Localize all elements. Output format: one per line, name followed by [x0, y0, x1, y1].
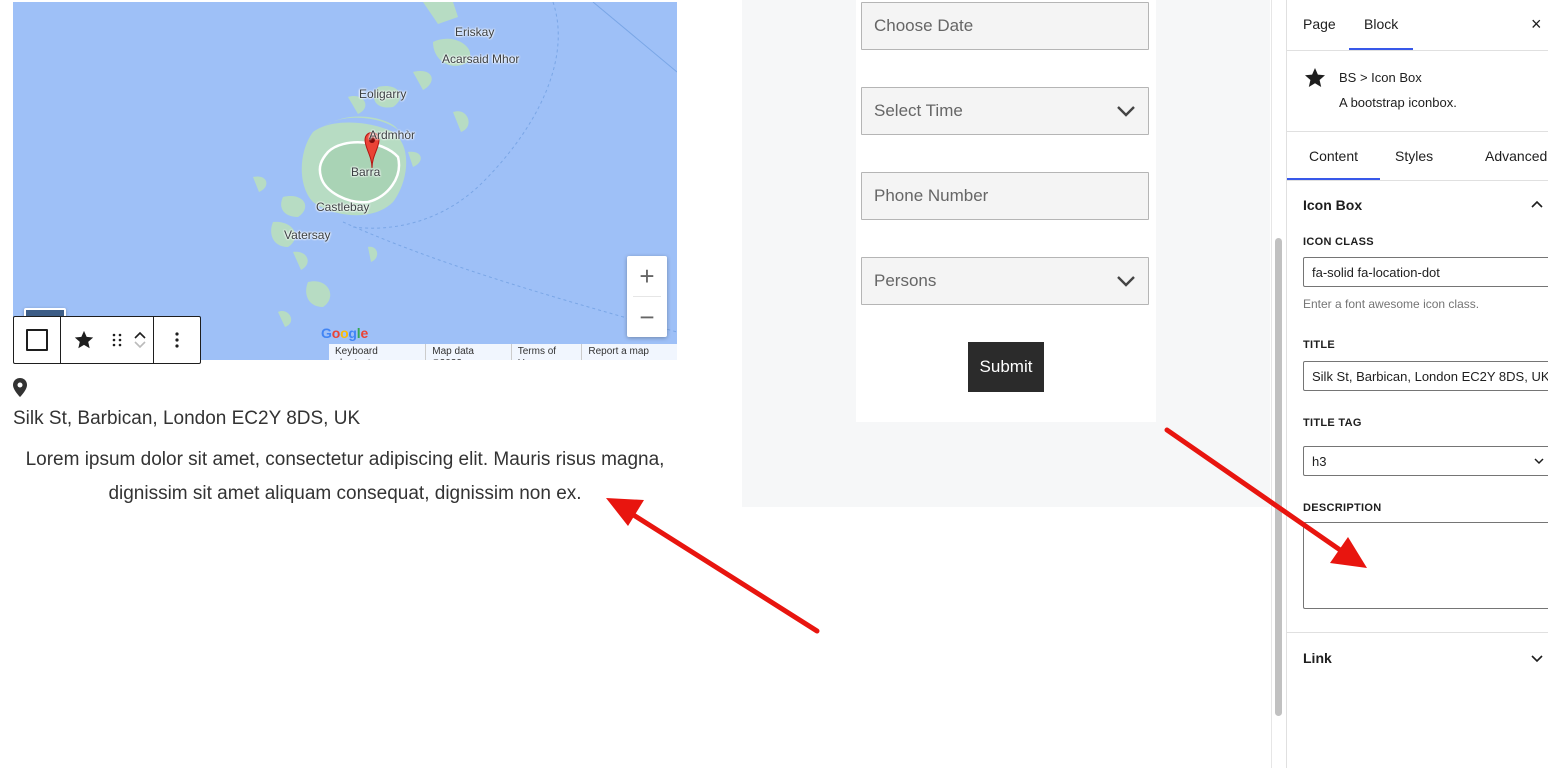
block-card-description: A bootstrap iconbox.: [1339, 95, 1457, 110]
description-textarea[interactable]: [1303, 522, 1548, 609]
move-down-icon[interactable]: [133, 340, 147, 350]
annotation-arrow-left: [606, 498, 820, 634]
toolbar-options-group: [154, 317, 200, 363]
tab-page[interactable]: Page: [1303, 0, 1336, 48]
submit-button[interactable]: Submit: [968, 342, 1044, 392]
description-line-1: Lorem ipsum dolor sit amet, consectetur …: [25, 449, 665, 470]
tab-block[interactable]: Block: [1349, 0, 1414, 50]
editor-scrollbar-thumb[interactable]: [1275, 238, 1282, 716]
persons-dropdown[interactable]: Persons: [861, 257, 1149, 305]
title-input[interactable]: Silk St, Barbican, London EC2Y 8DS, UK: [1303, 361, 1548, 391]
map-label-eoligarry: Eoligarry: [359, 87, 407, 101]
link-panel-title[interactable]: Link: [1303, 650, 1332, 666]
google-map[interactable]: Eriskay Acarsaid Mhor Eoligarry Ardmhòr …: [13, 2, 677, 360]
square-outline-icon: [26, 329, 48, 351]
chevron-down-icon: [1117, 106, 1135, 117]
toolbar-parent-group: [14, 317, 61, 363]
map-label-barra: Barra: [351, 165, 381, 179]
icon-class-help: Enter a font awesome icon class.: [1303, 297, 1480, 311]
star-icon: [74, 330, 94, 349]
icon-box-description: Lorem ipsum dolor sit amet, consectetur …: [13, 443, 677, 511]
chevron-up-icon[interactable]: [1531, 200, 1543, 208]
block-mover: [127, 317, 153, 363]
icon-box-title: Silk St, Barbican, London EC2Y 8DS, UK: [13, 408, 361, 429]
chevron-down-icon: [1117, 276, 1135, 287]
block-card-title: BS > Icon Box: [1339, 70, 1422, 85]
vertical-ellipsis-icon: [175, 332, 179, 348]
keyboard-shortcuts-link[interactable]: Keyboard shortcuts: [329, 344, 425, 360]
title-label: TITLE: [1303, 339, 1336, 351]
map-label-vatersay: Vatersay: [284, 228, 331, 242]
terms-link[interactable]: Terms of Use: [510, 344, 582, 360]
tab-advanced[interactable]: Advanced: [1485, 134, 1547, 178]
map-footer: Keyboard shortcuts Map data ©2022 Terms …: [329, 344, 677, 360]
divider: [1287, 131, 1548, 132]
map-label-castlebay: Castlebay: [316, 200, 370, 214]
select-time-dropdown[interactable]: Select Time: [861, 87, 1149, 135]
select-time-value: Select Time: [874, 101, 963, 120]
report-error-link[interactable]: Report a map error: [581, 344, 677, 360]
block-type-button[interactable]: [61, 317, 107, 363]
title-tag-value: h3: [1312, 453, 1327, 469]
more-options-button[interactable]: [154, 317, 200, 363]
tab-styles[interactable]: Styles: [1395, 134, 1433, 178]
map-label-acarsaid: Acarsaid Mhor: [442, 52, 520, 66]
star-icon: [1305, 68, 1325, 87]
chevron-down-icon: [1534, 457, 1544, 464]
tab-content[interactable]: Content: [1287, 134, 1380, 181]
map-data-text: Map data ©2022: [425, 344, 510, 360]
divider: [1287, 180, 1548, 181]
description-line-2: dignissim sit amet aliquam consequat, di…: [108, 483, 582, 504]
map-label-ardmhor: Ardmhòr: [369, 128, 416, 142]
divider: [1287, 632, 1548, 633]
title-tag-label: TITLE TAG: [1303, 417, 1362, 429]
location-dot-icon: [13, 378, 27, 397]
map-label-eriskay: Eriskay: [455, 25, 495, 39]
chevron-down-icon[interactable]: [1531, 655, 1543, 663]
icon-box-panel-title[interactable]: Icon Box: [1303, 197, 1362, 213]
drag-handle-icon: [112, 333, 122, 347]
phone-number-input[interactable]: Phone Number: [861, 172, 1149, 220]
zoom-in-button[interactable]: +: [627, 256, 667, 296]
close-sidebar-button[interactable]: ×: [1531, 14, 1542, 35]
block-toolbar: [13, 316, 201, 364]
persons-value: Persons: [874, 271, 937, 290]
choose-date-input[interactable]: Choose Date: [861, 2, 1149, 50]
icon-class-input[interactable]: fa-solid fa-location-dot: [1303, 257, 1548, 287]
phone-number-placeholder: Phone Number: [874, 186, 989, 205]
drag-handle[interactable]: [107, 317, 127, 363]
toolbar-block-group: [61, 317, 154, 363]
choose-date-placeholder: Choose Date: [874, 16, 974, 35]
map-zoom-control: + −: [627, 256, 667, 337]
sidebar-tabs: Page Block ×: [1287, 0, 1548, 51]
icon-class-label: ICON CLASS: [1303, 236, 1374, 248]
move-up-icon[interactable]: [133, 330, 147, 340]
settings-sidebar: Page Block × BS > Icon Box A bootstrap i…: [1286, 0, 1548, 768]
description-label: DESCRIPTION: [1303, 502, 1382, 514]
zoom-out-button[interactable]: −: [627, 297, 667, 337]
title-tag-select[interactable]: h3: [1303, 446, 1548, 476]
select-parent-button[interactable]: [14, 317, 60, 363]
google-logo[interactable]: Google: [321, 325, 368, 341]
map-terrain: [253, 2, 677, 333]
